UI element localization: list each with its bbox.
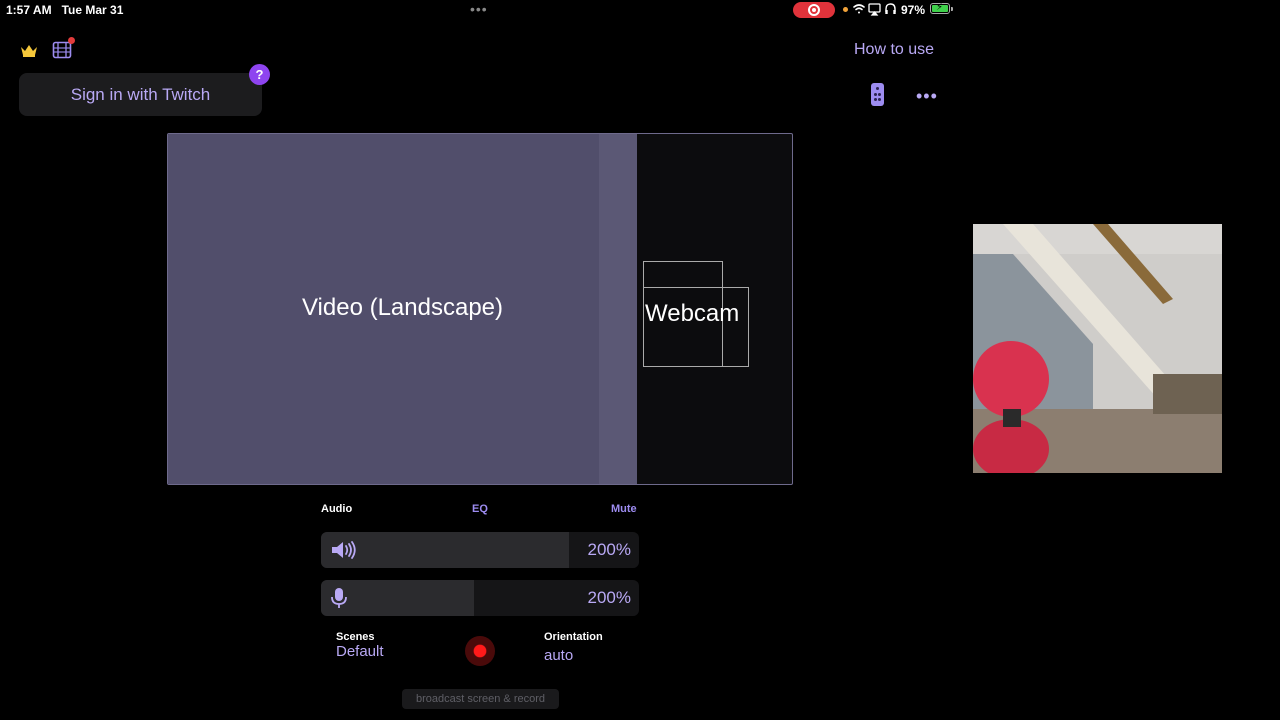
audio-label: Audio (321, 503, 353, 515)
sign-in-twitch-button[interactable]: Sign in with Twitch (19, 73, 262, 116)
broadcast-button[interactable]: broadcast screen & record (402, 689, 559, 709)
multitask-dots[interactable]: ••• (470, 1, 488, 17)
scenes-selector[interactable]: Default (336, 643, 384, 660)
notification-badge (68, 37, 75, 44)
more-options-icon[interactable]: ••• (916, 86, 938, 107)
scenes-label: Scenes (336, 631, 375, 643)
crown-icon[interactable] (20, 43, 38, 57)
video-source-label: Video (Landscape) (301, 294, 504, 321)
camera-preview-image (973, 224, 1222, 473)
remote-icon[interactable] (871, 83, 884, 106)
status-date: Tue Mar 31 (61, 3, 124, 17)
microphone-icon (331, 588, 347, 608)
orientation-label: Orientation (544, 631, 603, 643)
headphones-icon (885, 3, 896, 14)
battery-percent: 97% (901, 3, 926, 17)
status-time: 1:57 AM Tue Mar 31 (6, 3, 124, 17)
mute-button[interactable]: Mute (611, 503, 637, 515)
mic-volume-value: 200% (587, 588, 631, 607)
eq-button[interactable]: EQ (472, 503, 488, 515)
scene-preview[interactable]: Video (Landscape) Webcam (167, 133, 793, 485)
speaker-volume-slider[interactable]: 200% (321, 532, 639, 568)
orientation-selector[interactable]: auto (544, 647, 573, 664)
wifi-icon (853, 4, 865, 14)
record-button[interactable] (465, 636, 495, 666)
help-button[interactable]: ? (249, 64, 270, 85)
how-to-use-link[interactable]: How to use (854, 41, 934, 59)
screen-recording-icon[interactable] (793, 2, 835, 18)
video-source-area[interactable]: Video (Landscape) (168, 134, 637, 484)
speaker-icon (332, 541, 356, 559)
webcam-source-label: Webcam (645, 300, 740, 327)
mic-volume-slider[interactable]: 200% (321, 580, 639, 616)
battery-charging-icon: ⚡ (930, 2, 953, 14)
speaker-volume-fill (321, 532, 570, 568)
mic-indicator-dot (843, 7, 848, 12)
speaker-volume-value: 200% (587, 540, 631, 559)
status-icons (853, 3, 896, 16)
airplay-icon (868, 3, 881, 16)
